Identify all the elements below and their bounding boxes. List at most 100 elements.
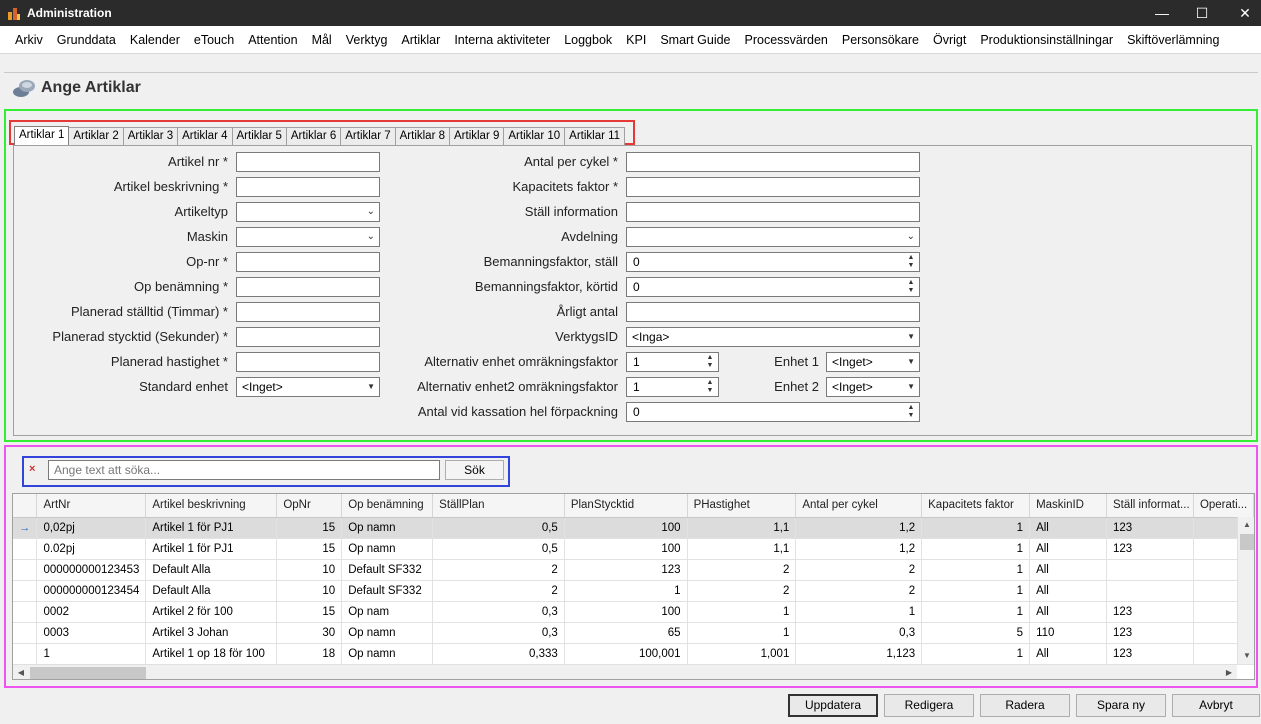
- menu-arkiv[interactable]: Arkiv: [0, 26, 50, 53]
- cell-kapacitets-faktor[interactable]: 1: [921, 643, 1031, 665]
- menu-interna-aktiviteter[interactable]: Interna aktiviteter: [447, 26, 557, 53]
- scroll-up-icon[interactable]: ▲: [1238, 517, 1254, 533]
- cell-artnr[interactable]: 1: [36, 643, 147, 665]
- cell-op-benamning[interactable]: Default SF332: [341, 580, 434, 602]
- table-row[interactable]: 0.02pj Artikel 1 för PJ1 15 Op namn 0,5 …: [13, 538, 1254, 560]
- cell-phastighet[interactable]: 1: [687, 601, 797, 623]
- cell-artikel-beskrivning[interactable]: Artikel 2 för 100: [145, 601, 278, 623]
- cell-planstycktid[interactable]: 1: [564, 580, 688, 602]
- cell-stall-information[interactable]: 123: [1106, 601, 1194, 623]
- table-row[interactable]: 0002 Artikel 2 för 100 15 Op nam 0,3 100…: [13, 601, 1254, 623]
- col-stall-information[interactable]: Ställ informat...: [1106, 494, 1194, 518]
- tab-artiklar-4[interactable]: Artiklar 4: [177, 127, 233, 145]
- cell-antal-per-cykel[interactable]: 1: [795, 601, 923, 623]
- menu-produktionsinstallningar[interactable]: Produktionsinställningar: [973, 26, 1120, 53]
- antal-per-cykel-input[interactable]: [626, 152, 920, 172]
- clear-search-icon[interactable]: ×: [29, 463, 41, 477]
- cell-op-benamning[interactable]: Op namn: [341, 538, 434, 560]
- cell-planstycktid[interactable]: 100: [564, 538, 688, 560]
- spin-arrows-icon[interactable]: ▲ ▼: [705, 353, 715, 371]
- cell-maskinid[interactable]: 110: [1029, 622, 1107, 644]
- vertical-scrollbar[interactable]: ▲ ▼: [1237, 517, 1254, 664]
- menu-personsokare[interactable]: Personsökare: [835, 26, 926, 53]
- cell-antal-per-cykel[interactable]: 1,2: [795, 538, 923, 560]
- col-planstycktid[interactable]: PlanStycktid: [564, 494, 688, 518]
- table-row[interactable]: 0003 Artikel 3 Johan 30 Op namn 0,3 65 1…: [13, 622, 1254, 644]
- cell-stallplan[interactable]: 2: [432, 580, 565, 602]
- col-phastighet[interactable]: PHastighet: [687, 494, 797, 518]
- cell-phastighet[interactable]: 1,001: [687, 643, 797, 665]
- cell-kapacitets-faktor[interactable]: 1: [921, 517, 1031, 539]
- cell-opnr[interactable]: 15: [276, 517, 343, 539]
- cell-artikel-beskrivning[interactable]: Default Alla: [145, 580, 278, 602]
- avdelning-select[interactable]: ⌄: [626, 227, 920, 247]
- cell-phastighet[interactable]: 2: [687, 559, 797, 581]
- bemanningsfaktor-stall-stepper[interactable]: 0 ▲ ▼: [626, 252, 920, 272]
- cell-artnr[interactable]: 0,02pj: [36, 517, 147, 539]
- cell-artikel-beskrivning[interactable]: Artikel 1 för PJ1: [145, 538, 278, 560]
- spin-arrows-icon[interactable]: ▲ ▼: [906, 278, 916, 296]
- table-row[interactable]: 000000000123454 Default Alla 10 Default …: [13, 580, 1254, 602]
- col-stallplan[interactable]: StällPlan: [432, 494, 565, 518]
- horizontal-scroll-thumb[interactable]: [30, 667, 146, 679]
- cell-op-benamning[interactable]: Op namn: [341, 643, 434, 665]
- scroll-down-icon[interactable]: ▼: [1238, 648, 1254, 664]
- menu-attention[interactable]: Attention: [241, 26, 304, 53]
- horizontal-scrollbar[interactable]: ◀ ▶: [13, 664, 1237, 679]
- enhet2-select[interactable]: <Inget> ▼: [826, 377, 920, 397]
- vertical-scroll-thumb[interactable]: [1240, 534, 1254, 550]
- cell-opnr[interactable]: 15: [276, 538, 343, 560]
- verktygs-id-select[interactable]: <Inga> ▼: [626, 327, 920, 347]
- cancel-button[interactable]: Avbryt: [1172, 694, 1260, 717]
- col-operation[interactable]: Operati...: [1193, 494, 1254, 518]
- cell-antal-per-cykel[interactable]: 1,123: [795, 643, 923, 665]
- cell-artikel-beskrivning[interactable]: Default Alla: [145, 559, 278, 581]
- cell-opnr[interactable]: 10: [276, 559, 343, 581]
- col-op-benamning[interactable]: Op benämning: [341, 494, 434, 518]
- cell-stallplan[interactable]: 0,5: [432, 538, 565, 560]
- cell-artnr[interactable]: 0003: [36, 622, 147, 644]
- cell-artikel-beskrivning[interactable]: Artikel 1 op 18 för 100: [145, 643, 278, 665]
- tab-artiklar-3[interactable]: Artiklar 3: [122, 127, 179, 145]
- col-opnr[interactable]: OpNr: [276, 494, 343, 518]
- cell-kapacitets-faktor[interactable]: 1: [921, 559, 1031, 581]
- menu-skiftoverlamning[interactable]: Skiftöverlämning: [1120, 26, 1226, 53]
- save-new-button[interactable]: Spara ny: [1076, 694, 1166, 717]
- artikel-nr-input[interactable]: [236, 152, 380, 172]
- scroll-right-icon[interactable]: ▶: [1221, 665, 1237, 679]
- cell-op-benamning[interactable]: Op namn: [341, 622, 434, 644]
- col-artnr[interactable]: ArtNr: [36, 494, 147, 518]
- menu-artiklar[interactable]: Artiklar: [394, 26, 447, 53]
- cell-stall-information[interactable]: [1106, 559, 1194, 581]
- cell-maskinid[interactable]: All: [1029, 538, 1107, 560]
- cell-stallplan[interactable]: 0,3: [432, 601, 565, 623]
- cell-maskinid[interactable]: All: [1029, 559, 1107, 581]
- kapacitets-faktor-input[interactable]: [626, 177, 920, 197]
- cell-op-benamning[interactable]: Default SF332: [341, 559, 434, 581]
- cell-maskinid[interactable]: All: [1029, 601, 1107, 623]
- cell-planstycktid[interactable]: 100: [564, 601, 688, 623]
- cell-stallplan[interactable]: 2: [432, 559, 565, 581]
- cell-planstycktid[interactable]: 100,001: [564, 643, 688, 665]
- cell-stallplan[interactable]: 0,333: [432, 643, 565, 665]
- tab-artiklar-9[interactable]: Artiklar 9: [449, 127, 505, 145]
- tab-artiklar-6[interactable]: Artiklar 6: [285, 127, 342, 145]
- stall-information-input[interactable]: [626, 202, 920, 222]
- cell-antal-per-cykel[interactable]: 2: [795, 580, 923, 602]
- update-button[interactable]: Uppdatera: [788, 694, 878, 717]
- maskin-select[interactable]: ⌄: [236, 227, 380, 247]
- alt-enhet2-faktor-stepper[interactable]: 1 ▲ ▼: [626, 377, 719, 397]
- tab-artiklar-8[interactable]: Artiklar 8: [394, 127, 450, 145]
- tab-artiklar-10[interactable]: Artiklar 10: [503, 127, 566, 145]
- cell-phastighet[interactable]: 1: [687, 622, 797, 644]
- spin-arrows-icon[interactable]: ▲ ▼: [906, 253, 916, 271]
- cell-artnr[interactable]: 0002: [36, 601, 147, 623]
- cell-stallplan[interactable]: 0,3: [432, 622, 565, 644]
- col-kapacitets-faktor[interactable]: Kapacitets faktor: [921, 494, 1031, 518]
- cell-op-benamning[interactable]: Op nam: [341, 601, 434, 623]
- table-row[interactable]: 1 Artikel 1 op 18 för 100 18 Op namn 0,3…: [13, 643, 1254, 665]
- cell-phastighet[interactable]: 1,1: [687, 517, 797, 539]
- table-row[interactable]: 000000000123453 Default Alla 10 Default …: [13, 559, 1254, 581]
- arligt-antal-input[interactable]: [626, 302, 920, 322]
- cell-stall-information[interactable]: 123: [1106, 622, 1194, 644]
